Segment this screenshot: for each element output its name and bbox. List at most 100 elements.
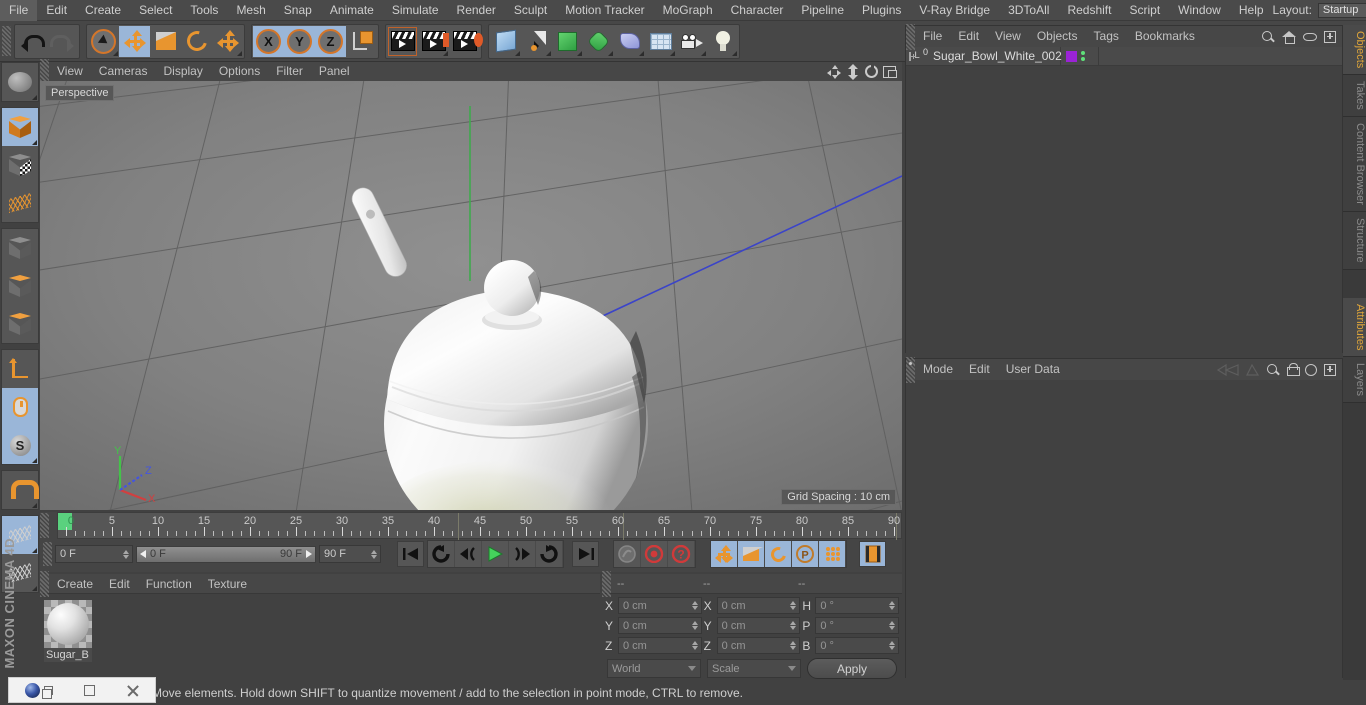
camera-button[interactable] xyxy=(676,25,707,57)
model-mode-button[interactable] xyxy=(2,108,38,146)
forward-nav-icon[interactable] xyxy=(1246,363,1259,376)
om-menu-objects[interactable]: Objects xyxy=(1029,26,1086,47)
spinner-icon[interactable] xyxy=(888,601,896,610)
maximize-view-icon[interactable] xyxy=(883,65,897,78)
timeline-ruler[interactable]: 0 5 10 15 20 25 30 35 40 45 50 55 60 65 70 75 80 85 90 xyxy=(56,512,902,540)
environment-floor-button[interactable] xyxy=(645,25,676,57)
axis-modify-button[interactable] xyxy=(2,350,38,388)
menu-item-sculpt[interactable]: Sculpt xyxy=(505,0,556,21)
render-view-button[interactable] xyxy=(387,25,418,57)
spinner-icon[interactable] xyxy=(691,601,699,610)
deformer-button[interactable] xyxy=(614,25,645,57)
key-parameter-button[interactable]: P xyxy=(792,541,819,567)
viewport-menu-panel[interactable]: Panel xyxy=(311,62,358,81)
menu-item-motion-tracker[interactable]: Motion Tracker xyxy=(556,0,653,21)
lock-z-axis-button[interactable]: Z xyxy=(315,25,346,57)
pos-y-input[interactable]: 0 cm xyxy=(618,617,702,634)
render-picture-viewer-button[interactable] xyxy=(418,25,452,57)
menu-item-edit[interactable]: Edit xyxy=(37,0,76,21)
preview-range-bar[interactable]: 0 F 90 F xyxy=(136,545,316,563)
menu-item-select[interactable]: Select xyxy=(130,0,181,21)
expand-toggle-icon[interactable] xyxy=(909,51,916,61)
om-menu-tags[interactable]: Tags xyxy=(1086,26,1127,47)
om-menu-edit[interactable]: Edit xyxy=(950,26,987,47)
size-z-input[interactable]: 0 cm xyxy=(716,637,801,654)
plus-box-icon[interactable] xyxy=(1324,363,1336,376)
material-tag-icon[interactable] xyxy=(1066,50,1077,62)
search-icon[interactable] xyxy=(1261,30,1275,44)
pos-x-input[interactable]: 0 cm xyxy=(618,597,702,614)
spinner-icon[interactable] xyxy=(888,621,896,630)
rot-b-input[interactable]: 0 ° xyxy=(815,637,900,654)
coordinate-system-dropdown[interactable]: World xyxy=(607,659,701,678)
workplane-mode-button[interactable] xyxy=(2,184,38,222)
close-window-icon[interactable] xyxy=(126,684,139,697)
am-menu-mode[interactable]: Mode xyxy=(915,359,961,380)
maximize-window-icon[interactable] xyxy=(83,684,95,696)
move-view-icon[interactable] xyxy=(827,64,841,79)
material-menu-texture[interactable]: Texture xyxy=(200,574,255,594)
rot-p-input[interactable]: 0 ° xyxy=(815,617,900,634)
record-active-objects-button[interactable] xyxy=(641,541,668,567)
generator-button[interactable] xyxy=(552,25,583,57)
menu-item-animate[interactable]: Animate xyxy=(321,0,383,21)
rotate-view-icon[interactable] xyxy=(865,64,878,78)
object-tags-cell[interactable] xyxy=(1061,46,1099,66)
menu-item-create[interactable]: Create xyxy=(76,0,130,21)
spinner-icon[interactable] xyxy=(691,641,699,650)
texture-mode-button[interactable] xyxy=(2,146,38,184)
rot-h-input[interactable]: 0 ° xyxy=(815,597,900,614)
key-rotation-button[interactable] xyxy=(765,541,792,567)
size-y-input[interactable]: 0 cm xyxy=(716,617,801,634)
eye-icon[interactable] xyxy=(1303,32,1317,41)
world-object-axis-button[interactable] xyxy=(346,25,377,57)
c4d-app-icon[interactable] xyxy=(24,682,53,699)
lock-x-axis-button[interactable]: X xyxy=(253,25,284,57)
search-icon[interactable] xyxy=(1266,363,1280,377)
menu-item-help[interactable]: Help xyxy=(1230,0,1273,21)
menu-item-vray-bridge[interactable]: V-Ray Bridge xyxy=(910,0,999,21)
material-menu-function[interactable]: Function xyxy=(138,574,200,594)
timeline-toggle-button[interactable] xyxy=(859,541,886,567)
layout-dropdown[interactable]: Startup xyxy=(1317,2,1366,18)
zoom-view-icon[interactable] xyxy=(846,63,860,80)
menu-item-mograph[interactable]: MoGraph xyxy=(654,0,722,21)
tab-objects[interactable]: Objects xyxy=(1343,25,1366,76)
spinner-icon[interactable] xyxy=(789,621,797,630)
menu-item-redshift[interactable]: Redshift xyxy=(1058,0,1120,21)
target-icon[interactable] xyxy=(1305,363,1317,376)
home-icon[interactable] xyxy=(1282,30,1296,44)
menu-item-window[interactable]: Window xyxy=(1169,0,1230,21)
scale-mode-dropdown[interactable]: Scale xyxy=(707,659,801,678)
material-menu-create[interactable]: Create xyxy=(49,574,101,594)
lock-icon[interactable] xyxy=(1287,363,1300,376)
lock-y-axis-button[interactable]: Y xyxy=(284,25,315,57)
cube-primitive-button[interactable] xyxy=(490,25,521,57)
polygon-mode-button[interactable] xyxy=(2,305,38,343)
spinner-icon[interactable] xyxy=(789,601,797,610)
spinner-icon[interactable] xyxy=(122,549,130,559)
point-mode-button[interactable] xyxy=(2,229,38,267)
range-left-arrow-icon[interactable] xyxy=(140,550,146,558)
apply-button[interactable]: Apply xyxy=(807,658,897,679)
menu-item-tools[interactable]: Tools xyxy=(181,0,227,21)
undo-button[interactable] xyxy=(16,25,47,57)
light-button[interactable] xyxy=(707,25,738,57)
move-axis-button[interactable] xyxy=(212,25,243,57)
viewport-menu-options[interactable]: Options xyxy=(211,62,268,81)
enable-snap-button[interactable]: S xyxy=(2,426,38,464)
spline-pen-button[interactable] xyxy=(521,25,552,57)
menu-item-file[interactable]: File xyxy=(0,0,38,21)
go-to-start-button[interactable] xyxy=(397,541,424,567)
menu-item-plugins[interactable]: Plugins xyxy=(853,0,910,21)
magnet-button[interactable] xyxy=(2,471,39,509)
viewport-menu-filter[interactable]: Filter xyxy=(268,62,311,81)
visibility-dots-icon[interactable] xyxy=(1081,51,1085,61)
size-x-input[interactable]: 0 cm xyxy=(716,597,801,614)
toolbar-grip[interactable] xyxy=(2,26,11,56)
menu-item-character[interactable]: Character xyxy=(722,0,793,21)
timeline-controls-grip[interactable] xyxy=(43,542,52,566)
pos-z-input[interactable]: 0 cm xyxy=(618,637,702,654)
menu-item-script[interactable]: Script xyxy=(1120,0,1169,21)
edge-mode-button[interactable] xyxy=(2,267,38,305)
